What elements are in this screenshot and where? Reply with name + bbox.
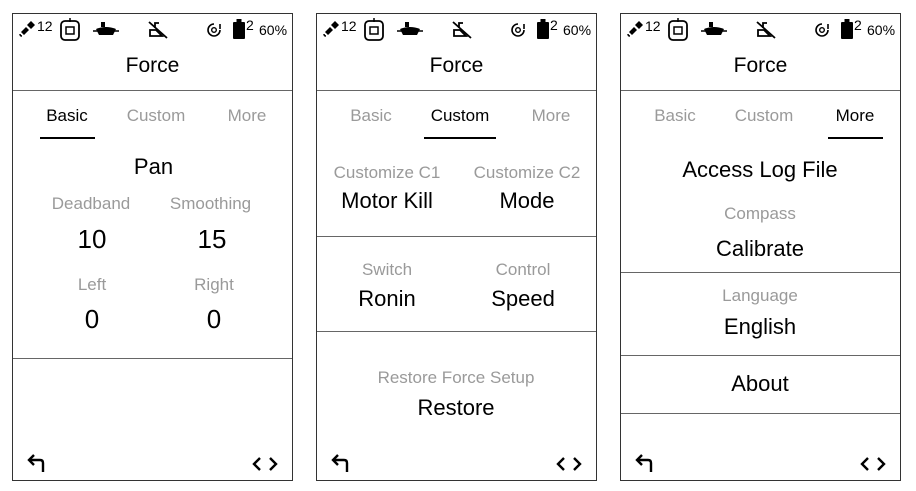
battery-percent: 60%	[867, 22, 896, 38]
language-label: Language	[722, 286, 798, 305]
battery-percent: 60%	[259, 22, 288, 38]
divider	[13, 358, 292, 359]
divider	[621, 355, 900, 356]
divider	[317, 331, 596, 332]
left-right-arrows-icon[interactable]	[251, 456, 279, 472]
customize-c2-value[interactable]: Mode	[461, 188, 593, 214]
satellite-count: 12	[341, 18, 357, 34]
tab-more[interactable]: More	[521, 106, 581, 126]
dial-icon	[815, 23, 829, 37]
page-title: Force	[429, 54, 484, 77]
divider	[621, 90, 900, 91]
axis-title: Pan	[133, 154, 174, 179]
customize-c1-value[interactable]: Motor Kill	[321, 188, 453, 214]
control-value[interactable]: Speed	[473, 286, 573, 312]
battery-icon	[233, 19, 245, 39]
language-value[interactable]: English	[621, 314, 899, 340]
screen-custom: 12 2 60% Force Basic Custom More Customi…	[316, 13, 597, 481]
page-title: Force	[733, 54, 788, 77]
compass-label: Compass	[724, 204, 796, 223]
remote-controller-icon	[668, 18, 688, 41]
smoothing-label: Smoothing	[169, 194, 252, 213]
satellite-icon	[323, 21, 339, 37]
smoothing-value[interactable]: 15	[171, 224, 253, 255]
dial-icon	[511, 23, 525, 37]
mute-icon	[148, 21, 168, 39]
switch-value[interactable]: Ronin	[337, 286, 437, 312]
status-bar: 12 2 60%	[317, 16, 596, 44]
divider	[317, 90, 596, 91]
divider	[621, 413, 900, 414]
battery-index: 2	[550, 17, 558, 33]
tab-basic[interactable]: Basic	[37, 106, 97, 126]
mute-icon	[452, 21, 472, 39]
remote-controller-icon	[364, 18, 384, 41]
tab-basic[interactable]: Basic	[645, 106, 705, 126]
tab-more[interactable]: More	[217, 106, 277, 126]
calibrate-button[interactable]: Calibrate	[621, 236, 899, 262]
customize-c2-label: Customize C2	[473, 163, 581, 182]
battery-index: 2	[854, 17, 862, 33]
customize-c1-label: Customize C1	[333, 163, 441, 182]
restore-button[interactable]: Restore	[317, 395, 595, 421]
gimbal-icon	[93, 22, 119, 35]
back-arrow-icon[interactable]	[633, 454, 655, 474]
dial-icon	[207, 23, 221, 37]
divider	[13, 90, 292, 91]
right-label: Right	[194, 275, 234, 294]
tab-more[interactable]: More	[825, 106, 885, 126]
left-right-arrows-icon[interactable]	[859, 456, 887, 472]
battery-percent: 60%	[563, 22, 592, 38]
active-tab-indicator	[424, 137, 496, 139]
divider	[621, 272, 900, 273]
tab-custom[interactable]: Custom	[727, 106, 801, 126]
active-tab-indicator	[40, 137, 95, 139]
access-log-file-button[interactable]: Access Log File	[621, 157, 899, 183]
left-value[interactable]: 0	[51, 304, 133, 335]
tab-basic[interactable]: Basic	[341, 106, 401, 126]
right-value[interactable]: 0	[173, 304, 255, 335]
tab-custom[interactable]: Custom	[119, 106, 193, 126]
control-label: Control	[495, 260, 551, 279]
switch-label: Switch	[361, 260, 413, 279]
satellite-count: 12	[645, 18, 661, 34]
page-title: Force	[125, 54, 180, 77]
back-arrow-icon[interactable]	[25, 454, 47, 474]
screen-basic: 12 2 60% Force Basic Custom More Pan Dea…	[12, 13, 293, 481]
about-button[interactable]: About	[621, 371, 899, 397]
gimbal-icon	[701, 22, 727, 35]
gimbal-icon	[397, 22, 423, 35]
back-arrow-icon[interactable]	[329, 454, 351, 474]
battery-icon	[537, 19, 549, 39]
battery-icon	[841, 19, 853, 39]
divider	[317, 236, 596, 237]
deadband-label: Deadband	[51, 194, 131, 213]
status-bar: 12 2 60%	[13, 16, 292, 44]
battery-index: 2	[246, 17, 254, 33]
restore-force-setup-label: Restore Force Setup	[377, 368, 535, 387]
satellite-icon	[627, 21, 643, 37]
left-right-arrows-icon[interactable]	[555, 456, 583, 472]
mute-icon	[756, 21, 776, 39]
tab-custom[interactable]: Custom	[423, 106, 497, 126]
screen-more: 12 2 60% Force Basic Custom More Access …	[620, 13, 901, 481]
remote-controller-icon	[60, 18, 80, 41]
left-label: Left	[77, 275, 107, 294]
satellite-icon	[19, 21, 35, 37]
active-tab-indicator	[828, 137, 883, 139]
satellite-count: 12	[37, 18, 53, 34]
status-bar: 12 2 60%	[621, 16, 900, 44]
deadband-value[interactable]: 10	[51, 224, 133, 255]
